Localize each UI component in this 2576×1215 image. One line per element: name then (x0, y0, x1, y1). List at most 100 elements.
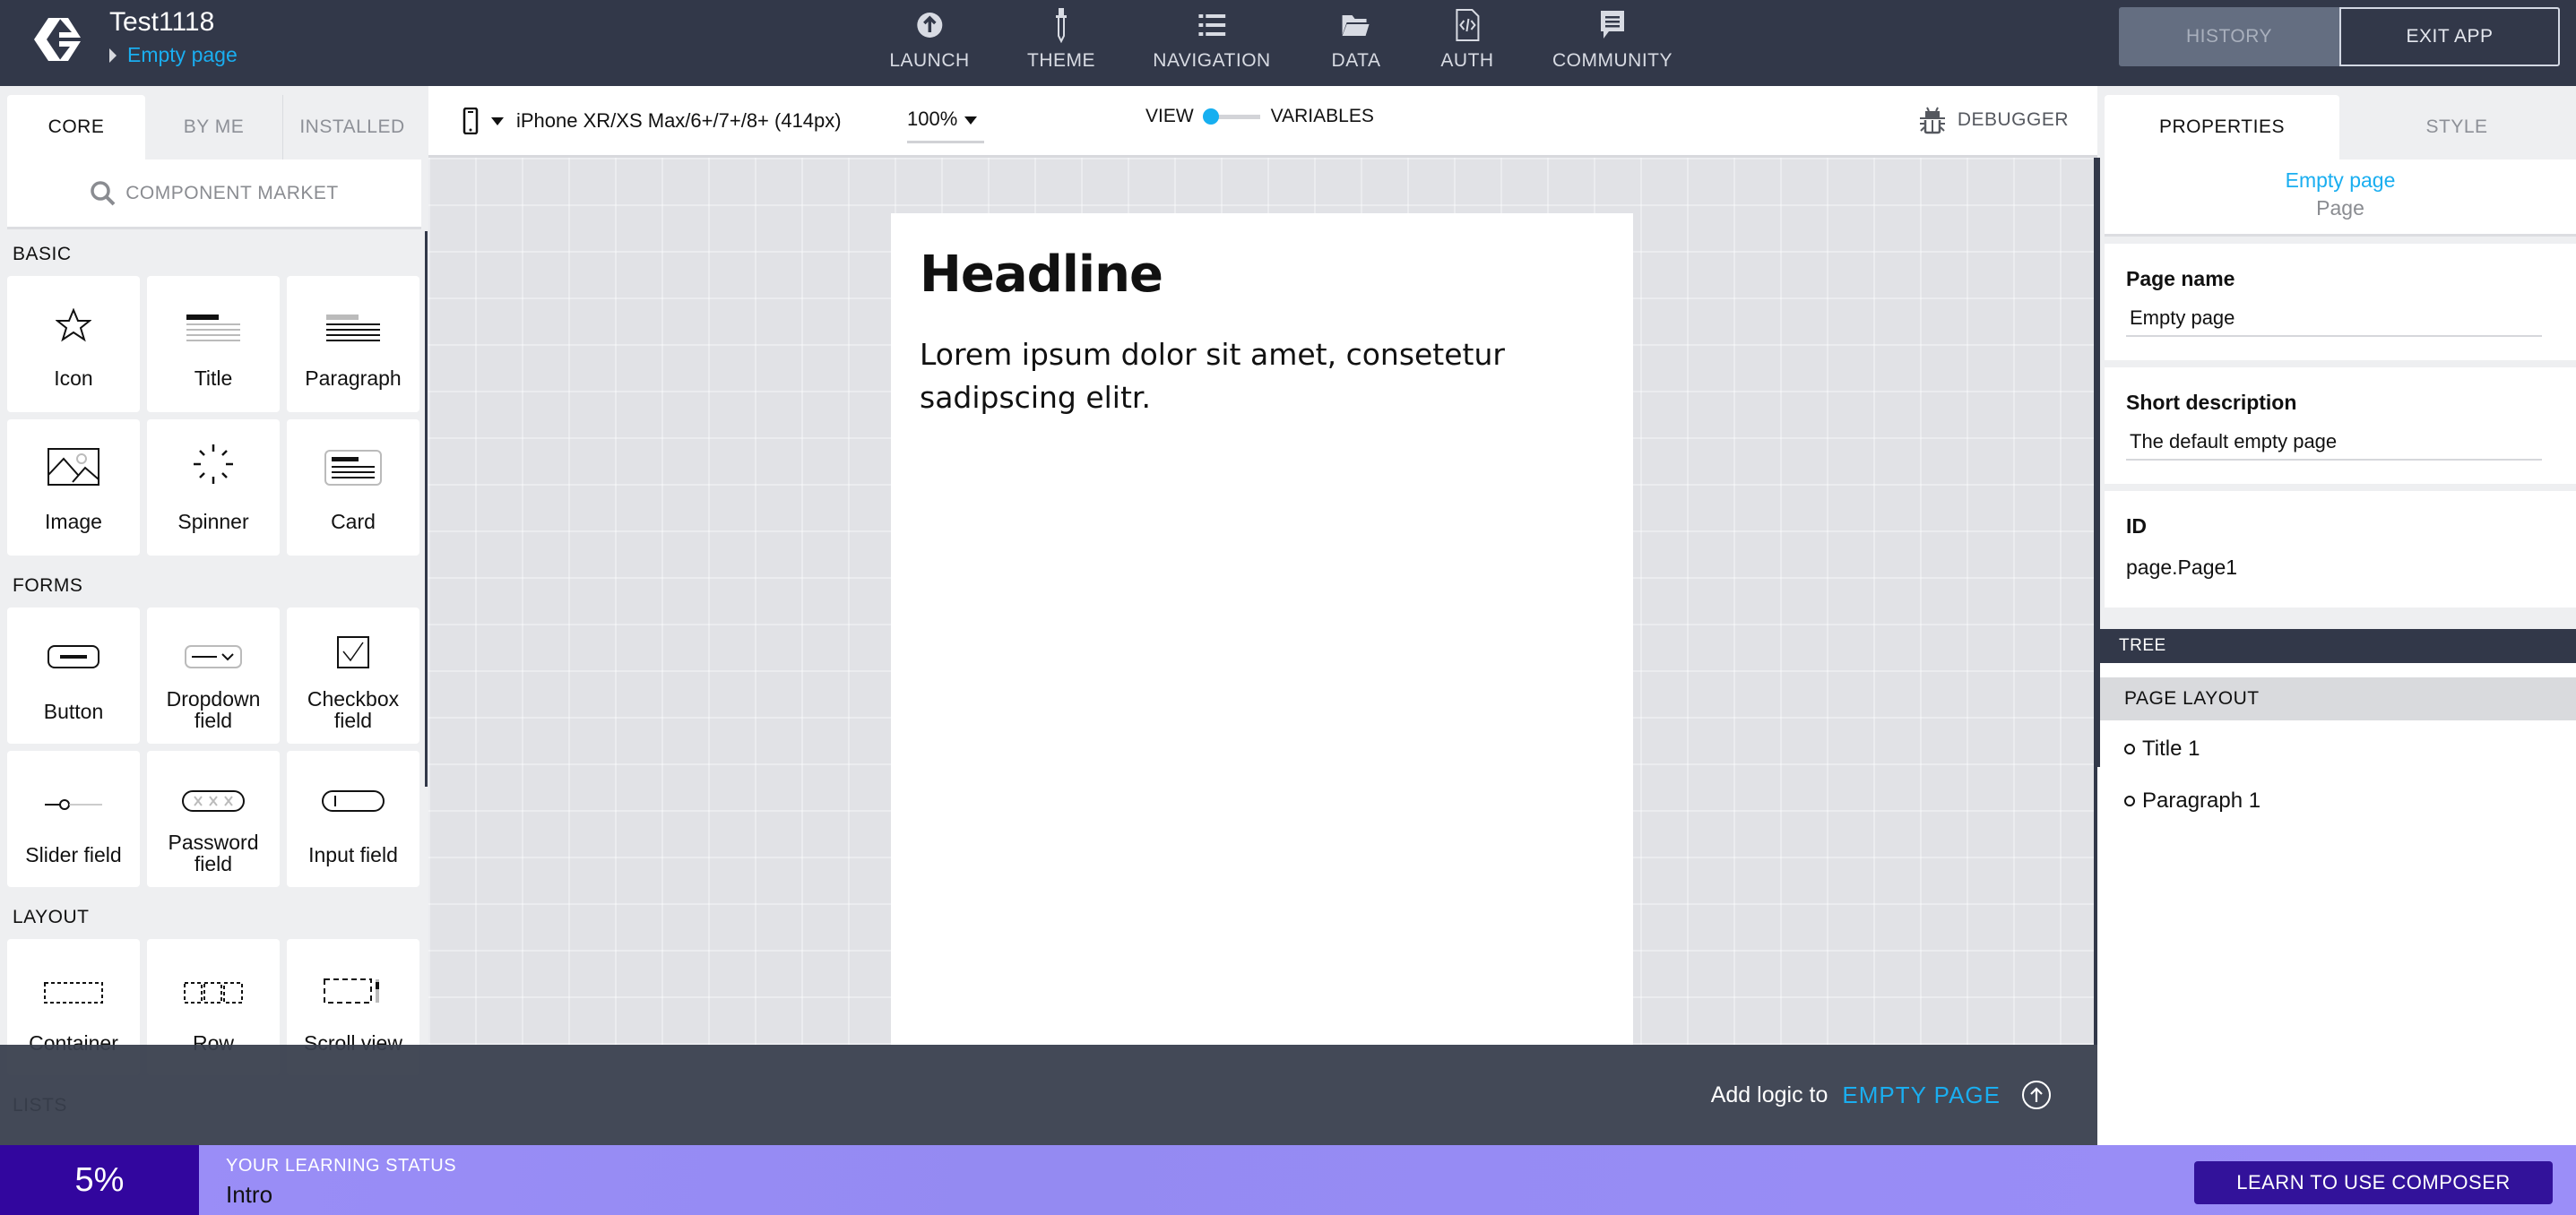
component-checkbox-field[interactable]: Checkbox field (287, 608, 419, 744)
launch-icon (916, 7, 943, 43)
learning-status-bar: 5% YOUR LEARNING STATUS Intro LEARN TO U… (0, 1145, 2576, 1215)
input-icon (322, 790, 385, 812)
add-logic-text: Add logic to (1710, 1081, 1828, 1107)
add-logic-button[interactable]: Add logic to EMPTY PAGE (1711, 1081, 2051, 1109)
id-card: ID page.Page1 (2105, 491, 2576, 608)
tree-item-title-1[interactable]: Title 1 (2124, 737, 2200, 762)
top-header: Test1118 Empty page LAUNCH THEME NAVIGAT… (0, 0, 2576, 86)
component-input-field[interactable]: Input field (287, 751, 419, 887)
device-label: iPhone XR/XS Max/6+/7+/8+ (414px) (516, 109, 842, 132)
page-name-input[interactable] (2126, 301, 2542, 337)
id-value: page.Page1 (2126, 556, 2238, 579)
nav-data[interactable]: DATA (1332, 0, 1381, 86)
nav-navigation[interactable]: NAVIGATION (1153, 0, 1270, 86)
nav-theme[interactable]: THEME (1027, 0, 1095, 86)
tree-item-paragraph-1[interactable]: Paragraph 1 (2124, 788, 2260, 814)
container-icon (44, 982, 103, 1004)
tab-core[interactable]: CORE (7, 95, 145, 159)
tab-properties[interactable]: PROPERTIES (2105, 95, 2339, 159)
phone-icon (462, 108, 479, 134)
panel-divider (2097, 158, 2100, 767)
nav-community[interactable]: COMMUNITY (1552, 0, 1673, 86)
toggle-variables-label: VARIABLES (1270, 106, 1374, 126)
learning-percent: 5% (0, 1145, 199, 1215)
toggle-switch[interactable] (1202, 108, 1262, 125)
phone-preview[interactable]: Headline Lorem ipsum dolor sit amet, con… (891, 213, 1633, 1045)
page-headline[interactable]: Headline (920, 246, 1163, 304)
component-panel-scrollbar[interactable] (425, 231, 428, 787)
exit-app-button[interactable]: EXIT APP (2339, 7, 2560, 66)
caret-right-icon (109, 47, 117, 63)
zoom-value: 100% (907, 108, 958, 130)
selected-element-name: Empty page (2285, 168, 2396, 192)
tree-node-icon (2124, 796, 2135, 806)
toggle-view-label: VIEW (1145, 106, 1194, 126)
section-forms-title: FORMS (13, 575, 83, 596)
zoom-select[interactable]: 100% (907, 108, 984, 143)
selected-element-header: Empty page Page (2105, 159, 2576, 237)
chevron-down-icon (491, 116, 504, 125)
element-tree: PAGE LAYOUT Title 1 Paragraph 1 (2097, 663, 2576, 1145)
debugger-label: DEBUGGER (1957, 109, 2069, 130)
tree-node-icon (2124, 744, 2135, 754)
code-file-icon (1455, 7, 1480, 43)
page-paragraph[interactable]: Lorem ipsum dolor sit amet, consetetur s… (920, 333, 1619, 419)
properties-tabs: PROPERTIES STYLE (2105, 95, 2576, 159)
logic-bar: Add logic to EMPTY PAGE (0, 1045, 2097, 1145)
checkbox-icon (337, 636, 369, 668)
device-selector[interactable]: iPhone XR/XS Max/6+/7+/8+ (414px) (462, 108, 842, 134)
tab-style[interactable]: STYLE (2339, 95, 2574, 159)
view-variables-toggle[interactable]: VIEW VARIABLES (1145, 106, 1374, 127)
password-icon (182, 790, 245, 812)
short-description-label: Short description (2126, 391, 2297, 414)
component-image[interactable]: Image (7, 419, 140, 556)
id-label: ID (2126, 514, 2147, 538)
selected-element-type: Page (2316, 196, 2364, 220)
component-title[interactable]: Title (147, 276, 280, 412)
component-panel: CORE BY ME INSTALLED COMPONENT MARKET BA… (0, 86, 428, 1145)
logic-target[interactable]: EMPTY PAGE (1842, 1081, 2001, 1109)
history-button[interactable]: HISTORY (2119, 7, 2339, 66)
image-icon (48, 448, 99, 486)
tree-section-page-layout[interactable]: PAGE LAYOUT (2097, 677, 2576, 720)
learning-status-label: YOUR LEARNING STATUS (226, 1156, 457, 1176)
component-dropdown-field[interactable]: Dropdown field (147, 608, 280, 744)
debugger-button[interactable]: DEBUGGER (1918, 106, 2069, 134)
properties-panel: PROPERTIES STYLE Empty page Page Page na… (2097, 86, 2576, 1145)
row-icon (184, 982, 243, 1004)
component-icon[interactable]: Icon (7, 276, 140, 412)
tab-installed[interactable]: INSTALLED (283, 95, 421, 159)
card-icon (324, 450, 382, 486)
component-market-button[interactable]: COMPONENT MARKET (7, 159, 421, 229)
component-paragraph[interactable]: Paragraph (287, 276, 419, 412)
short-description-card: Short description (2105, 367, 2576, 484)
star-icon (56, 308, 91, 342)
component-slider-field[interactable]: Slider field (7, 751, 140, 887)
search-icon (91, 180, 116, 205)
paragraph-text-icon (326, 315, 380, 341)
breadcrumb-page[interactable]: Empty page (127, 43, 238, 67)
button-icon (48, 645, 99, 668)
component-spinner[interactable]: Spinner (147, 419, 280, 556)
short-description-input[interactable] (2126, 425, 2542, 461)
component-card[interactable]: Card (287, 419, 419, 556)
chevron-down-icon (964, 116, 978, 125)
breadcrumb[interactable]: Empty page (109, 43, 238, 67)
scroll-view-icon (324, 978, 379, 1004)
learn-composer-button[interactable]: LEARN TO USE COMPOSER (2194, 1161, 2553, 1204)
tree-header[interactable]: TREE (2097, 629, 2576, 663)
chat-icon (1600, 7, 1625, 43)
nav-launch[interactable]: LAUNCH (889, 0, 969, 86)
component-password-field[interactable]: Password field (147, 751, 280, 887)
section-layout-title: LAYOUT (13, 907, 90, 927)
bug-icon (1919, 107, 1945, 134)
component-market-label: COMPONENT MARKET (125, 182, 339, 203)
nav-auth[interactable]: AUTH (1440, 0, 1493, 86)
component-button[interactable]: Button (7, 608, 140, 744)
page-name-card: Page name (2105, 244, 2576, 360)
composer-logo-icon[interactable] (32, 14, 82, 65)
tab-by-me[interactable]: BY ME (145, 95, 283, 159)
slider-icon (45, 799, 102, 810)
arrow-up-icon[interactable] (2022, 1081, 2051, 1109)
spinner-icon (194, 444, 233, 484)
